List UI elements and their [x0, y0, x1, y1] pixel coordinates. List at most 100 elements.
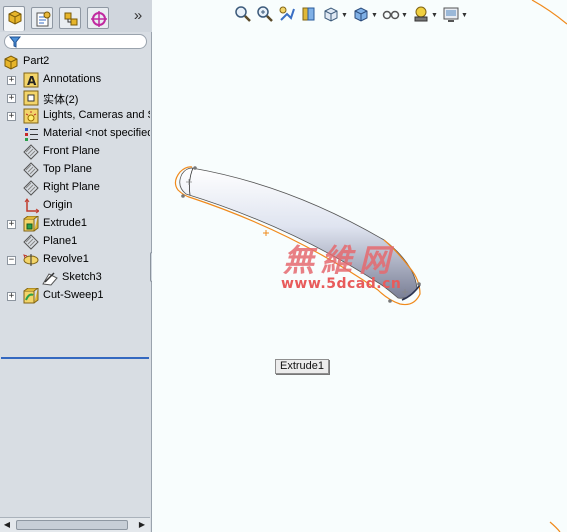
expand-toggle[interactable]: +: [7, 94, 16, 103]
tree-item-label: Plane1: [43, 235, 78, 247]
tree-item-material[interactable]: Material <not specified>: [0, 125, 150, 143]
tree-item-lights-cameras-scene[interactable]: + Lights, Cameras and Scene: [0, 107, 150, 125]
tree-item-sketch3[interactable]: Sketch3: [0, 269, 150, 287]
tree-item-label: Origin: [43, 199, 73, 211]
zoom-to-fit-icon: [235, 6, 251, 22]
hide-show-items-button[interactable]: [382, 4, 400, 24]
view-orientation-icon: [324, 7, 338, 22]
plane-icon: [23, 234, 39, 250]
expand-toggle[interactable]: +: [7, 112, 16, 121]
cut-sweep-icon: [23, 288, 39, 304]
display-style-button[interactable]: [352, 4, 370, 24]
tree-item-origin[interactable]: Origin: [0, 197, 150, 215]
plane-icon: [23, 180, 39, 196]
tree-item-right-plane[interactable]: Right Plane: [0, 179, 150, 197]
revolve-icon: [23, 254, 39, 266]
scrollbar-thumb[interactable]: [16, 520, 128, 530]
tree-item-label: 实体(2): [43, 94, 79, 106]
feature-filter-input[interactable]: [4, 34, 147, 49]
tree-item-plane1[interactable]: Plane1: [0, 233, 150, 251]
scroll-right-icon[interactable]: ▶: [137, 520, 147, 530]
tree-item-label: Sketch3: [62, 271, 102, 283]
expand-toggle[interactable]: +: [7, 220, 16, 229]
part-icon: [4, 55, 18, 70]
section-view-button[interactable]: [300, 4, 318, 24]
tree-item-label: Extrude1: [43, 217, 88, 229]
panel-tab-bar: »: [0, 0, 152, 32]
tree-item-label: Lights, Cameras and Scene: [43, 109, 150, 121]
edit-appearance-button[interactable]: [412, 4, 430, 24]
origin-icon: [24, 198, 39, 214]
expand-toggle[interactable]: +: [7, 292, 16, 301]
tree-item-extrude1[interactable]: + Extrude1: [0, 215, 150, 233]
feature-tooltip: Extrude1: [275, 359, 330, 374]
previous-view-button[interactable]: [278, 4, 296, 24]
watermark-logo: 無維网: [283, 243, 397, 279]
plane-icon: [23, 144, 39, 160]
lights-icon: [23, 108, 39, 124]
tree-item-solid-bodies[interactable]: + 实体(2): [0, 89, 150, 107]
scroll-left-icon[interactable]: ◀: [2, 520, 12, 530]
extrude-icon: [23, 216, 39, 232]
previous-view-icon: [279, 6, 295, 21]
apply-scene-icon: [443, 7, 459, 22]
edit-appearance-icon: [414, 6, 428, 22]
view-orientation-dropdown-icon[interactable]: ▼: [341, 12, 348, 19]
dimxpert-manager-tab[interactable]: [87, 7, 109, 29]
scene-dropdown-icon[interactable]: ▼: [461, 12, 468, 19]
dimxpert-icon: [91, 11, 107, 27]
vertex-point[interactable]: [181, 194, 185, 198]
configuration-manager-tab[interactable]: [59, 7, 81, 29]
tree-item-label: Top Plane: [43, 163, 92, 175]
rollback-bar[interactable]: [1, 357, 149, 359]
section-view-icon: [302, 7, 315, 21]
tree-item-label: Revolve1: [43, 253, 89, 265]
tree-item-annotations[interactable]: + A Annotations: [0, 71, 150, 89]
vertex-point[interactable]: [388, 299, 392, 303]
display-style-icon: [354, 7, 368, 22]
display-style-dropdown-icon[interactable]: ▼: [371, 12, 378, 19]
plane-icon: [23, 162, 39, 178]
panel-horizontal-scrollbar[interactable]: ◀ ▶: [0, 517, 150, 532]
property-manager-icon: [36, 11, 51, 27]
tree-item-label: Part2: [23, 55, 50, 67]
highlighted-edge[interactable]: [549, 521, 561, 532]
zoom-to-area-icon: [257, 6, 273, 22]
configuration-manager-icon: [64, 12, 78, 26]
appearance-dropdown-icon[interactable]: ▼: [431, 12, 438, 19]
expand-toggle[interactable]: +: [7, 76, 16, 85]
filter-icon: [9, 36, 21, 48]
tree-item-label: Right Plane: [43, 181, 100, 193]
feature-manager-tab[interactable]: [3, 6, 25, 31]
solid-bodies-icon: [23, 90, 39, 106]
property-manager-tab[interactable]: [31, 7, 53, 29]
hide-show-items-icon: [382, 10, 400, 20]
tree-item-top-plane[interactable]: Top Plane: [0, 161, 150, 179]
svg-text:A: A: [27, 74, 37, 88]
hide-show-dropdown-icon[interactable]: ▼: [401, 12, 408, 19]
tree-item-front-plane[interactable]: Front Plane: [0, 143, 150, 161]
origin-marker: [263, 230, 269, 236]
collapse-toggle[interactable]: −: [7, 256, 16, 265]
watermark-url: www.5dcad.cn: [281, 276, 402, 292]
view-orientation-button[interactable]: [322, 4, 340, 24]
more-tabs-button[interactable]: »: [131, 8, 145, 25]
annotations-icon: A: [23, 72, 39, 88]
highlighted-edge[interactable]: [531, 0, 567, 25]
zoom-to-fit-button[interactable]: [234, 4, 252, 24]
sketch-icon: [42, 272, 58, 286]
feature-manager-panel: » Part2 + A Annotations + 实体(2) + Lights…: [0, 0, 152, 532]
vertex-point[interactable]: [417, 282, 421, 286]
tree-item-label: Annotations: [43, 73, 102, 85]
tree-item-revolve1[interactable]: − Revolve1: [0, 251, 150, 269]
apply-scene-button[interactable]: [442, 4, 460, 24]
tree-item-cut-sweep1[interactable]: + Cut-Sweep1: [0, 287, 150, 305]
vertex-point[interactable]: [193, 166, 197, 170]
feature-manager-icon: [8, 10, 22, 25]
material-icon: [25, 128, 38, 141]
tree-item-label: Cut-Sweep1: [43, 289, 104, 301]
tree-item-label: Front Plane: [43, 145, 100, 157]
tree-item-label: Material <not specified>: [43, 127, 150, 139]
tree-item-part2[interactable]: Part2: [0, 53, 150, 71]
zoom-to-area-button[interactable]: [256, 4, 274, 24]
